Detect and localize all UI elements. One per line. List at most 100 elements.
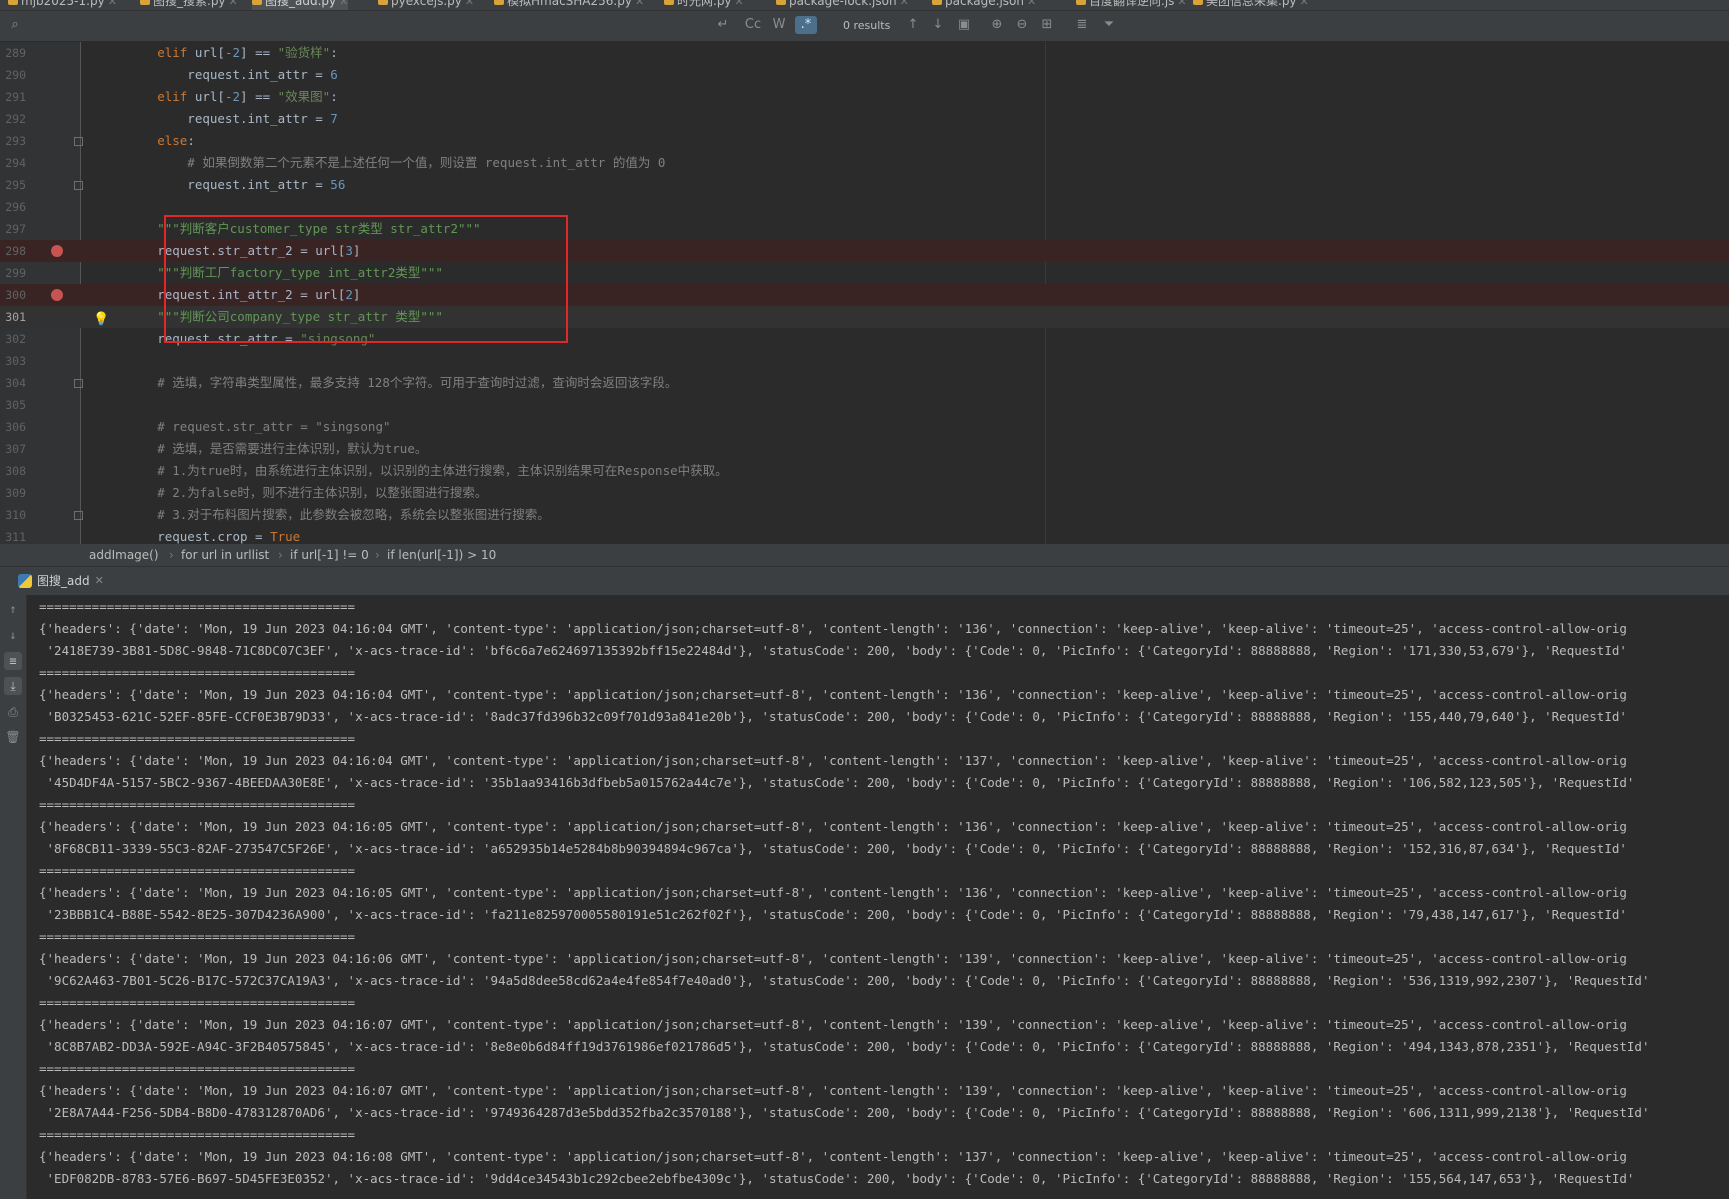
close-icon[interactable]: ✕ xyxy=(1300,0,1309,10)
close-icon[interactable]: ✕ xyxy=(339,0,348,10)
line-number: 304 xyxy=(5,376,26,390)
file-icon xyxy=(664,0,674,5)
close-icon[interactable]: ✕ xyxy=(1177,0,1186,10)
editor-tab[interactable]: package-lock.json ✕ xyxy=(776,0,909,10)
new-line-icon[interactable]: ↵ xyxy=(714,16,732,34)
editor-tab[interactable]: 时光网.py ✕ xyxy=(664,0,744,10)
close-icon[interactable]: ✕ xyxy=(635,0,644,10)
editor-tab[interactable]: 图搜_add.py ✕ xyxy=(252,0,349,10)
editor-tab[interactable]: 图搜_搜索.py ✕ xyxy=(140,0,238,10)
editor-tab[interactable]: 美团信息采集.py ✕ xyxy=(1193,0,1309,10)
close-icon[interactable]: ✕ xyxy=(95,571,104,591)
file-icon xyxy=(252,0,262,5)
code-text: # request.str_attr = "singsong" xyxy=(97,416,390,438)
run-tab[interactable]: 图搜_add ✕ xyxy=(18,571,104,591)
match-case-toggle[interactable]: Cc xyxy=(742,16,764,34)
code-line[interactable]: 294 # 如果倒数第二个元素不是上述任何一个值，则设置 request.int… xyxy=(0,152,1729,174)
editor-tab-strip: mjb2025-1.py ✕ 图搜_搜索.py ✕ 图搜_add.py ✕ pyexcejs… xyxy=(0,0,1729,11)
console-output-line: {'headers': {'date': 'Mon, 19 Jun 2023 0… xyxy=(39,1083,1627,1098)
file-icon xyxy=(1076,0,1086,5)
words-toggle[interactable]: W xyxy=(770,16,788,34)
fold-marker-icon[interactable] xyxy=(74,511,83,520)
code-line[interactable]: 308 # 1.为true时，由系统进行主体识别，以识别的主体进行搜索，主体识别… xyxy=(0,460,1729,482)
code-line[interactable]: 307 # 选填，是否需要进行主体识别，默认为true。 xyxy=(0,438,1729,460)
soft-wrap-icon[interactable]: ≡ xyxy=(4,652,22,670)
close-icon[interactable]: ✕ xyxy=(108,0,117,10)
code-token: url[ xyxy=(194,45,225,60)
code-line[interactable]: 290 request.int_attr = 6 xyxy=(0,64,1729,86)
editor-tab[interactable]: package.json ✕ xyxy=(932,0,1036,10)
fold-marker-icon[interactable] xyxy=(74,181,83,190)
arrow-down-icon[interactable]: ↓ xyxy=(929,16,947,34)
code-text: # 如果倒数第二个元素不是上述任何一个值，则设置 request.int_att… xyxy=(97,152,665,174)
line-number: 307 xyxy=(5,442,26,456)
run-toolbar: ↑ ↓ ≡ ⤓ ⎙ 🗑 xyxy=(0,595,27,1199)
code-line[interactable]: 311 request.crop = True xyxy=(0,526,1729,544)
breadcrumb-item[interactable]: addImage() xyxy=(89,544,159,566)
code-line[interactable]: 295 request.int_attr = 56 xyxy=(0,174,1729,196)
breakpoint-icon[interactable] xyxy=(51,245,63,257)
filter-options-icon[interactable]: ≣ xyxy=(1073,16,1091,34)
code-line[interactable]: 310 # 3.对于布料图片搜索，此参数会被忽略，系统会以整张图进行搜索。 xyxy=(0,504,1729,526)
line-number: 291 xyxy=(5,90,26,104)
close-icon[interactable]: ✕ xyxy=(1027,0,1036,10)
code-token: else xyxy=(97,133,188,148)
remove-occurrence-icon[interactable]: ⊖ xyxy=(1013,16,1031,34)
highlight-box xyxy=(164,215,568,343)
code-line[interactable]: 293 else: xyxy=(0,130,1729,152)
breakpoint-icon[interactable] xyxy=(51,289,63,301)
close-icon[interactable]: ✕ xyxy=(465,0,474,10)
code-token: 56 xyxy=(330,177,346,192)
code-line[interactable]: 303 xyxy=(0,350,1729,372)
close-icon[interactable]: ✕ xyxy=(900,0,909,10)
code-token: request.int_attr = xyxy=(97,177,331,192)
code-token: : xyxy=(187,133,195,148)
breadcrumb-item[interactable]: if len(url[-1]) > 10 xyxy=(387,544,496,566)
editor-tab[interactable]: mjb2025-1.py ✕ xyxy=(8,0,117,10)
editor-tab-label: package.json xyxy=(945,0,1025,8)
editor-tab[interactable]: 模拟HmacSHA256.py ✕ xyxy=(494,0,644,10)
code-line[interactable]: 292 request.int_attr = 7 xyxy=(0,108,1729,130)
console-separator: ========================================… xyxy=(39,1061,356,1076)
line-number: 295 xyxy=(5,178,26,192)
breadcrumb-item[interactable]: for url in urllist xyxy=(181,544,269,566)
arrow-up-icon[interactable]: ↑ xyxy=(904,16,922,34)
fold-marker-icon[interactable] xyxy=(74,379,83,388)
run-tool-window-header: 图搜_add ✕ xyxy=(0,566,1729,596)
code-line[interactable]: 304 # 选填，字符串类型属性，最多支持 128个字符。可用于查询时过滤，查询… xyxy=(0,372,1729,394)
close-icon[interactable]: ✕ xyxy=(735,0,744,10)
code-token: ] == xyxy=(240,45,278,60)
code-line[interactable]: 305 xyxy=(0,394,1729,416)
print-icon[interactable]: ⎙ xyxy=(4,703,22,721)
scroll-to-end-icon[interactable]: ⤓ xyxy=(4,677,22,695)
arrow-down-icon[interactable]: ↓ xyxy=(4,626,22,644)
breadcrumb-item[interactable]: if url[-1] != 0 xyxy=(290,544,369,566)
line-number: 292 xyxy=(5,112,26,126)
code-token: 7 xyxy=(330,111,338,126)
select-all-icon[interactable]: ⊞ xyxy=(1038,16,1056,34)
search-icon[interactable]: ⌕ xyxy=(6,16,24,34)
code-line[interactable]: 309 # 2.为false时，则不进行主体识别，以整张图进行搜索。 xyxy=(0,482,1729,504)
trash-icon[interactable]: 🗑 xyxy=(4,728,22,746)
code-editor[interactable]: 289 elif url[-2] == "验货样": 290 request.in… xyxy=(0,42,1729,544)
close-icon[interactable]: ✕ xyxy=(229,0,238,10)
arrow-up-icon[interactable]: ↑ xyxy=(4,600,22,618)
filter-icon[interactable]: ⏷ xyxy=(1100,16,1118,34)
select-all-occurrences-icon[interactable]: ▣ xyxy=(955,16,973,34)
code-line[interactable]: 289 elif url[-2] == "验货样": xyxy=(0,42,1729,64)
code-line[interactable]: 291 elif url[-2] == "效果图": xyxy=(0,86,1729,108)
add-occurrence-icon[interactable]: ⊕ xyxy=(988,16,1006,34)
code-token: : xyxy=(330,89,338,104)
code-line[interactable]: 306 # request.str_attr = "singsong" xyxy=(0,416,1729,438)
line-number: 308 xyxy=(5,464,26,478)
editor-tab[interactable]: 百度翻译逆向.js ✕ xyxy=(1076,0,1187,10)
run-console[interactable]: ========================================… xyxy=(27,595,1729,1199)
line-number: 289 xyxy=(5,46,26,60)
fold-marker-icon[interactable] xyxy=(74,137,83,146)
code-token: -2 xyxy=(224,45,241,60)
regex-toggle[interactable]: .* xyxy=(795,16,817,34)
editor-tab[interactable]: pyexcejs.py ✕ xyxy=(378,0,474,10)
editor-tab-label: 图搜_add.py xyxy=(265,0,337,8)
code-text: # 1.为true时，由系统进行主体识别，以识别的主体进行搜索，主体识别结果可在… xyxy=(97,460,727,482)
editor-tab-label: 时光网.py xyxy=(677,0,732,8)
